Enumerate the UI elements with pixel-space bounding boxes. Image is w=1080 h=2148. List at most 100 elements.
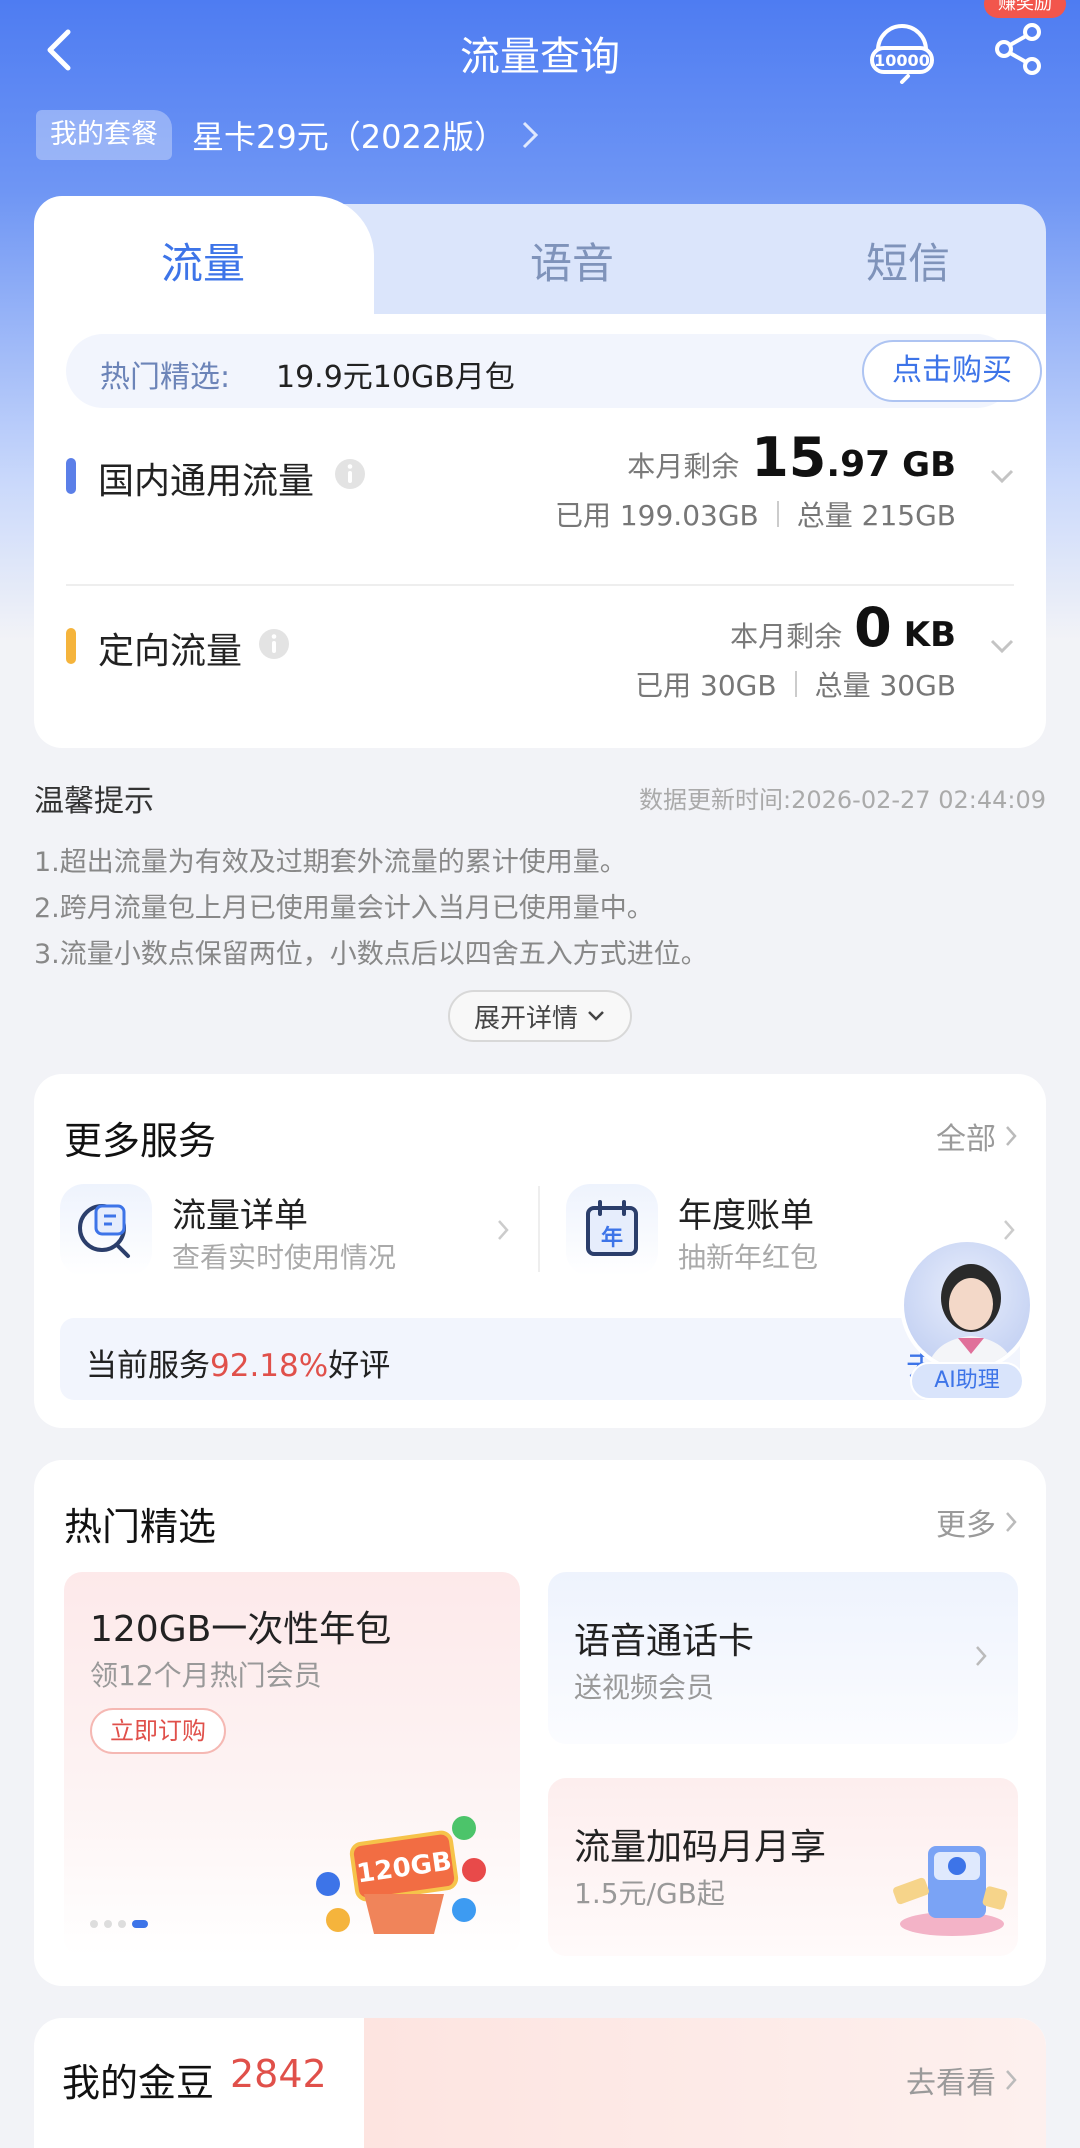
product-annual-pack[interactable]: 120GB一次性年包 领12个月热门会员 立即订购 120GB (64, 1572, 520, 1956)
remaining-amount: 本月剩余 15 .97 GB (627, 426, 956, 489)
rating-percentage: 92.18% (210, 1348, 329, 1384)
carousel-dot (118, 1920, 126, 1928)
coins-view-link[interactable]: 去看看 (906, 2058, 1018, 2102)
remaining-label: 本月剩余 (730, 620, 843, 653)
plan-name: 星卡29元（2022版） (192, 118, 507, 156)
tip-line: 2.跨月流量包上月已使用量会计入当月已使用量中。 (34, 893, 654, 924)
carousel-dots (90, 1920, 148, 1928)
carousel-dot (90, 1920, 98, 1928)
tips-title: 温馨提示 (34, 784, 154, 819)
coins-title: 我的金豆 (62, 2061, 215, 2105)
chevron-right-icon (498, 1220, 509, 1240)
remaining-integer: 15 (751, 426, 827, 489)
chevron-right-icon (523, 121, 539, 149)
share-icon (995, 23, 1041, 75)
remaining-integer: 0 (854, 596, 892, 659)
tab-sms[interactable]: 短信 (738, 230, 1078, 291)
buy-button[interactable]: 点击购买 (862, 340, 1042, 402)
hot-more-link[interactable]: 更多 (936, 1500, 1018, 1544)
calendar-icon: 年 (586, 1200, 638, 1256)
rating-prefix: 当前服务 (86, 1348, 210, 1384)
section-title: 更多服务 (64, 1119, 217, 1163)
view-label: 去看看 (906, 2066, 996, 2101)
total-amount: 总量 30GB (814, 669, 956, 702)
ai-assistant-label[interactable]: AI助理 (910, 1362, 1024, 1400)
gold-beans-card[interactable]: 我的金豆 2842 去看看 (34, 2018, 1046, 2148)
service-data-detail[interactable]: 流量详单 查看实时使用情况 (60, 1184, 530, 1284)
chevron-down-icon[interactable] (988, 466, 1016, 486)
used-amount: 已用 199.03GB (554, 499, 759, 532)
hotline-number: 10000 (874, 51, 930, 70)
tab-voice[interactable]: 语音 (402, 230, 742, 291)
all-label: 全部 (936, 1122, 996, 1157)
usage-card: 流量 语音 短信 热门精选: 19.9元10GB月包 点击购买 国内通用流量 本… (34, 196, 1046, 748)
remaining-decimal: .97 (826, 444, 891, 485)
plan-selector[interactable]: 我的套餐 星卡29元（2022版） (36, 108, 540, 162)
expand-label: 展开详情 (473, 1003, 578, 1034)
order-now-button[interactable]: 立即订购 (90, 1708, 226, 1754)
my-plan-tag: 我的套餐 (36, 110, 172, 160)
used-total-line: 已用 30GB 总量 30GB (635, 664, 956, 704)
service-rating-bar[interactable]: 当前服务92.18%好评 去 (60, 1318, 1020, 1400)
hotline-10000-button[interactable]: 10000 (868, 20, 936, 84)
color-marker (66, 458, 76, 494)
product-subtitle: 送视频会员 (574, 1671, 715, 1704)
color-marker (66, 628, 76, 664)
tip-line: 3.流量小数点保留两位，小数点后以四舍五入方式进位。 (34, 939, 708, 970)
chevron-right-icon (1004, 1220, 1015, 1240)
more-label: 更多 (936, 1508, 996, 1543)
remaining-unit: GB (902, 445, 956, 485)
service-subtitle: 查看实时使用情况 (172, 1241, 397, 1274)
search-document-icon (78, 1204, 130, 1258)
info-icon[interactable] (258, 628, 290, 660)
product-data-boost[interactable]: 流量加码月月享 1.5元/GB起 (548, 1778, 1018, 1956)
usage-name: 定向流量 (98, 631, 243, 672)
carousel-dot-active (132, 1920, 148, 1928)
usage-name: 国内通用流量 (98, 461, 315, 502)
expand-details-button[interactable]: 展开详情 (448, 990, 632, 1042)
usage-row-general[interactable]: 国内通用流量 本月剩余 15 .97 GB 已用 199.03GB 总量 215… (34, 426, 1046, 586)
product-voice-card[interactable]: 语音通话卡 送视频会员 (548, 1572, 1018, 1744)
rating-text: 当前服务92.18%好评 (86, 1340, 390, 1385)
used-total-line: 已用 199.03GB 总量 215GB (555, 494, 956, 534)
product-subtitle: 领12个月热门会员 (90, 1659, 322, 1692)
remaining-label: 本月剩余 (627, 450, 740, 483)
chevron-right-icon (1006, 1512, 1017, 1532)
product-title: 流量加码月月享 (574, 1827, 827, 1868)
services-all-link[interactable]: 全部 (936, 1114, 1018, 1158)
reward-badge[interactable]: 赚奖励 (984, 0, 1066, 18)
service-icon-box: 年 (566, 1184, 658, 1276)
calendar-icon-label: 年 (601, 1225, 623, 1251)
update-time: 数据更新时间:2026-02-27 02:44:09 (639, 786, 1046, 814)
carousel-dot (104, 1920, 112, 1928)
coins-count: 2842 (230, 2052, 327, 2096)
services-card: 更多服务 全部 流量详单 查看实时使用情况 年 年度账单 抽新年红包 当前服务9… (34, 1074, 1046, 1428)
share-button[interactable] (994, 22, 1044, 76)
rating-suffix: 好评 (328, 1348, 391, 1384)
info-icon[interactable] (334, 458, 366, 490)
data-pack-illustration: 120GB (316, 1816, 486, 1934)
product-title: 120GB一次性年包 (90, 1609, 392, 1650)
row-divider (66, 584, 1014, 586)
data-package-illustration (893, 1846, 1008, 1936)
chevron-down-icon[interactable] (988, 636, 1016, 656)
product-subtitle: 1.5元/GB起 (574, 1877, 725, 1910)
promo-text: 19.9元10GB月包 (276, 360, 515, 395)
promo-label: 热门精选: (100, 360, 231, 395)
promo-bar: 热门精选: 19.9元10GB月包 点击购买 (66, 334, 1042, 408)
usage-row-directed[interactable]: 定向流量 本月剩余 0 KB 已用 30GB 总量 30GB (34, 596, 1046, 746)
service-icon-box (60, 1184, 152, 1276)
customer-service-icon: 10000 (870, 24, 934, 84)
ai-assistant-avatar[interactable] (900, 1238, 1034, 1372)
separator (776, 501, 779, 527)
separator (794, 671, 797, 697)
service-name: 流量详单 (172, 1196, 308, 1236)
service-subtitle: 抽新年红包 (678, 1241, 819, 1274)
tip-line: 1.超出流量为有效及过期套外流量的累计使用量。 (34, 847, 627, 878)
tab-data[interactable]: 流量 (34, 230, 372, 291)
product-title: 语音通话卡 (574, 1621, 755, 1662)
service-name: 年度账单 (678, 1196, 814, 1236)
usage-card-body: 热门精选: 19.9元10GB月包 点击购买 国内通用流量 本月剩余 15 .9… (34, 314, 1046, 748)
chevron-right-icon (1006, 1126, 1017, 1146)
total-amount: 总量 215GB (796, 499, 956, 532)
